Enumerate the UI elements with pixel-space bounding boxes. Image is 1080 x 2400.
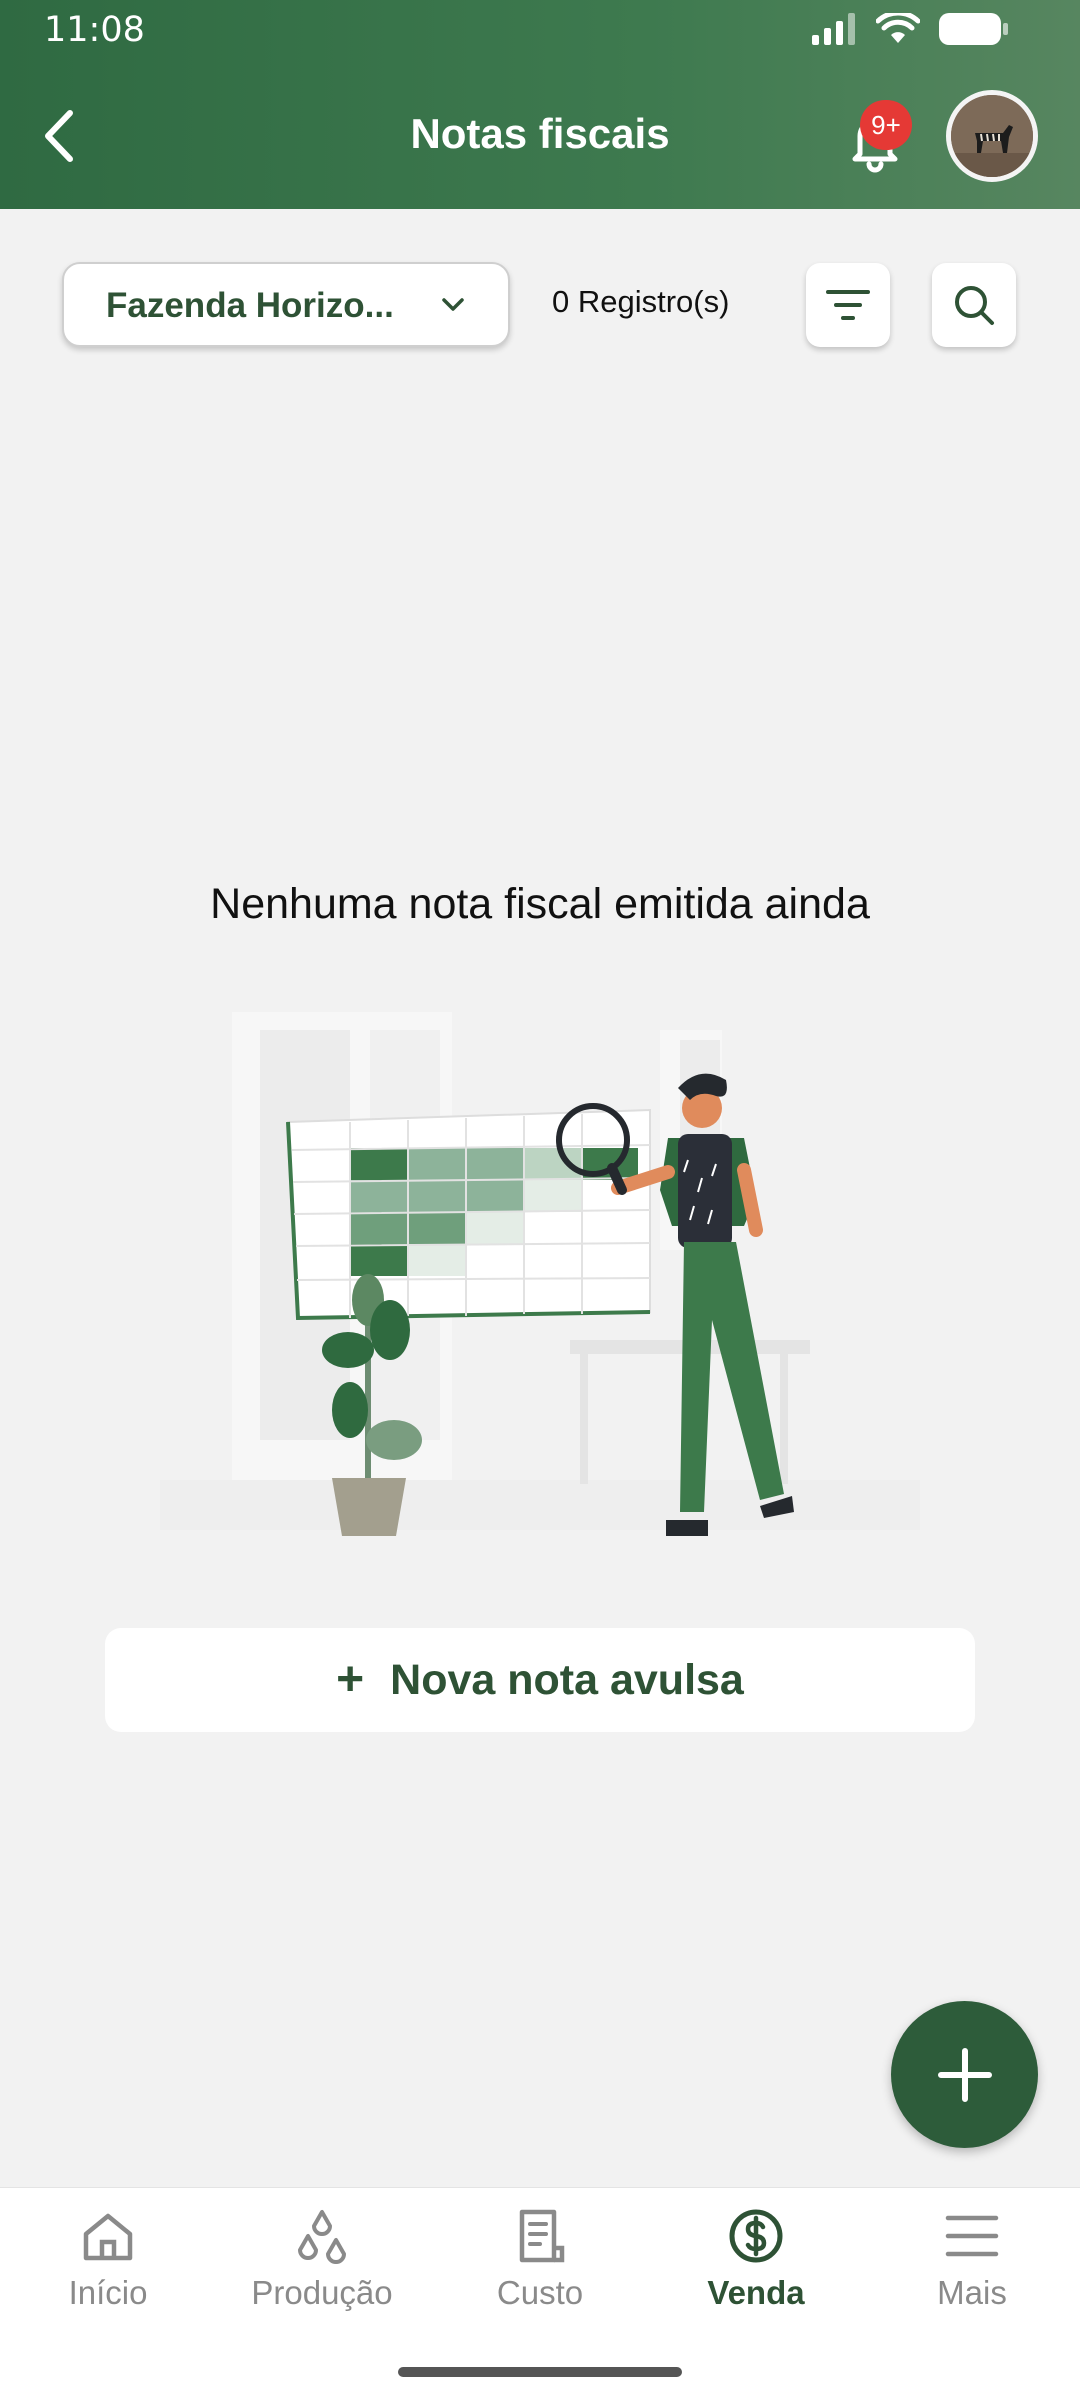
chevron-down-icon: [442, 298, 464, 311]
record-count: 0 Registro(s): [552, 284, 730, 319]
receipt-icon: [519, 2209, 565, 2263]
nav-label: Venda: [707, 2274, 805, 2311]
status-time: 11:08: [44, 10, 145, 50]
zebra-avatar-icon: [951, 95, 1033, 177]
nav-item-venda[interactable]: Venda: [656, 2208, 856, 2328]
menu-icon: [945, 2215, 999, 2257]
plus-icon: +: [336, 1653, 365, 1706]
empty-state-illustration: [160, 1012, 920, 1536]
empty-state-message: Nenhuma nota fiscal emitida ainda: [210, 880, 870, 928]
filter-icon: [826, 290, 870, 320]
add-fab-button[interactable]: [891, 2001, 1038, 2148]
page-title: Notas fiscais: [410, 110, 670, 157]
farm-select[interactable]: Fazenda Horizo...: [62, 262, 510, 347]
nav-label: Produção: [251, 2274, 393, 2311]
avatar[interactable]: [946, 90, 1038, 182]
back-button[interactable]: [28, 100, 88, 172]
drops-icon: [298, 2210, 346, 2264]
plus-icon: [937, 2047, 992, 2102]
home-indicator: [398, 2367, 682, 2377]
search-icon: [955, 286, 994, 325]
nav-label: Custo: [496, 2274, 584, 2311]
nav-item-inicio[interactable]: Início: [8, 2208, 208, 2328]
nav-item-custo[interactable]: Custo: [440, 2208, 640, 2328]
status-bar: 11:08: [0, 0, 1080, 62]
dollar-circle-icon: [729, 2209, 783, 2263]
app-header: 11:08 Notas fiscais 9+: [0, 0, 1080, 209]
battery-icon: [939, 13, 1008, 45]
filter-button[interactable]: [806, 263, 890, 347]
notification-badge: 9+: [860, 100, 912, 150]
nav-item-producao[interactable]: Produção: [222, 2208, 422, 2328]
home-icon: [83, 2213, 133, 2261]
search-button[interactable]: [932, 263, 1016, 347]
chevron-left-icon: [45, 110, 73, 162]
signal-icon: [812, 13, 855, 45]
nav-item-mais[interactable]: Mais: [872, 2208, 1072, 2328]
wifi-icon: [876, 13, 920, 43]
farm-select-label: Fazenda Horizo...: [106, 286, 394, 325]
bottom-navigation: Início Produção Custo Venda Mais: [0, 2187, 1080, 2400]
nav-label: Mais: [937, 2274, 1007, 2311]
new-invoice-button[interactable]: + Nova nota avulsa: [105, 1628, 975, 1732]
status-icons: [812, 12, 1010, 46]
new-invoice-label: Nova nota avulsa: [390, 1655, 744, 1704]
nav-label: Início: [68, 2274, 148, 2311]
